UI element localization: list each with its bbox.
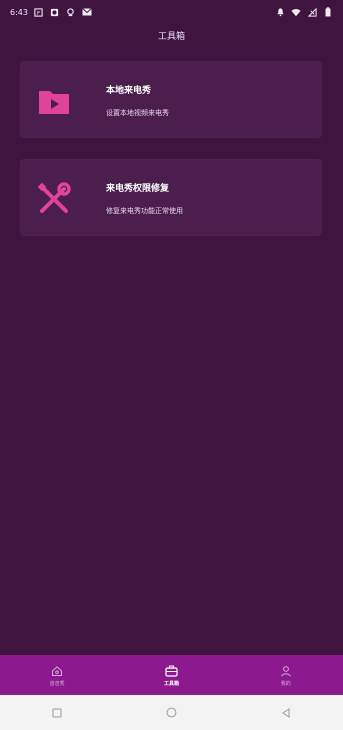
system-nav-bar bbox=[0, 695, 343, 730]
recents-button[interactable] bbox=[37, 703, 77, 723]
status-right bbox=[275, 7, 333, 17]
nav-label: 首音秀 bbox=[49, 680, 65, 687]
nav-label: 工具箱 bbox=[163, 680, 179, 687]
status-left: 6:43 F bbox=[10, 7, 92, 17]
wrench-screwdriver-icon bbox=[34, 179, 74, 219]
home-circle-icon bbox=[166, 707, 177, 718]
toolbox-icon bbox=[164, 664, 178, 678]
battery-icon bbox=[323, 7, 333, 17]
home-icon bbox=[50, 664, 64, 678]
user-icon bbox=[279, 664, 293, 678]
mail-icon bbox=[82, 7, 92, 17]
back-triangle-icon bbox=[281, 707, 290, 718]
notification-icon bbox=[275, 7, 285, 17]
recents-icon bbox=[52, 708, 62, 717]
nav-item-home[interactable]: 首音秀 bbox=[17, 655, 97, 695]
nav-item-toolbox[interactable]: 工具箱 bbox=[131, 655, 211, 695]
back-button[interactable] bbox=[266, 703, 306, 723]
signal-icon bbox=[307, 7, 317, 17]
app-icon-1: F bbox=[34, 7, 44, 17]
status-bar: 6:43 F bbox=[0, 0, 343, 24]
app-icon-3 bbox=[66, 7, 76, 17]
folder-play-icon bbox=[34, 81, 74, 121]
permission-repair-card[interactable]: 来电秀权限修复 修复来电秀功能正常使用 bbox=[20, 159, 322, 236]
page-title: 工具箱 bbox=[157, 31, 185, 42]
wifi-icon bbox=[291, 7, 301, 17]
home-button[interactable] bbox=[151, 703, 191, 723]
card-subtitle: 设置本地视频来电秀 bbox=[106, 109, 169, 117]
app-icon-2 bbox=[50, 7, 60, 17]
card-title: 本地来电秀 bbox=[106, 86, 152, 96]
local-call-show-card[interactable]: 本地来电秀 设置本地视频来电秀 bbox=[20, 61, 322, 138]
card-title: 来电秀权限修复 bbox=[106, 184, 170, 194]
nav-item-profile[interactable]: 我的 bbox=[246, 655, 326, 695]
nav-label: 我的 bbox=[280, 680, 291, 687]
bottom-nav: 首音秀 工具箱 我的 bbox=[0, 655, 343, 695]
card-subtitle: 修复来电秀功能正常使用 bbox=[106, 207, 183, 215]
status-time: 6:43 bbox=[10, 7, 28, 17]
svg-text:F: F bbox=[37, 10, 40, 16]
